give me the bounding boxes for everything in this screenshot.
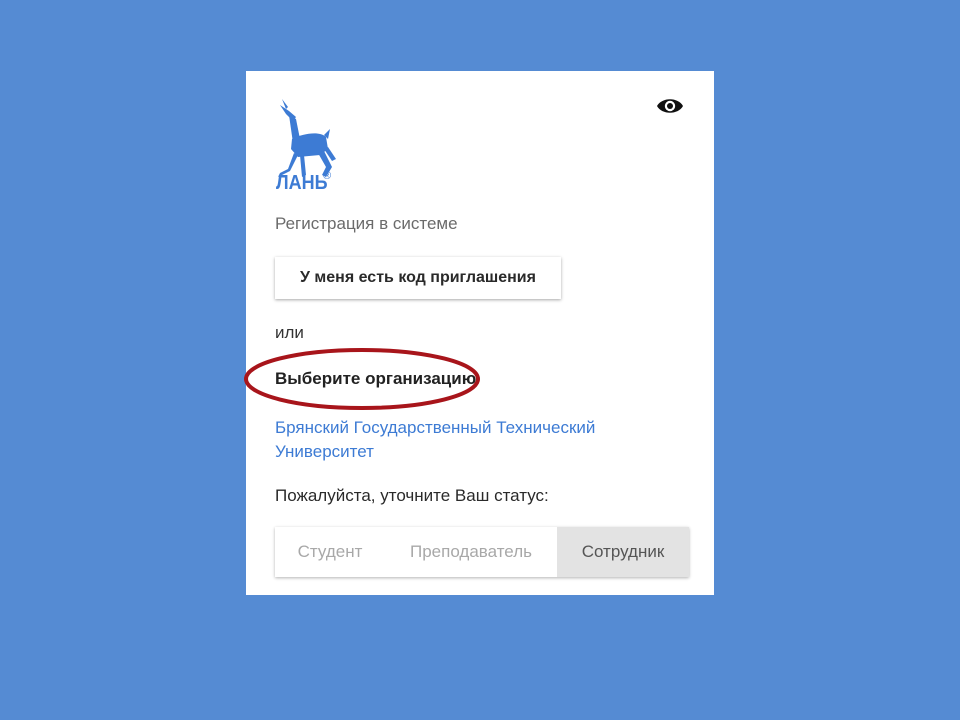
registered-mark: ® <box>323 170 332 182</box>
organization-link[interactable]: Брянский Государственный Технический Уни… <box>275 416 655 464</box>
or-divider-label: или <box>275 323 304 342</box>
page-subtitle: Регистрация в системе <box>275 214 458 233</box>
registration-card: ЛАНЬ ® Регистрация в системе У меня есть… <box>244 71 714 595</box>
status-prompt-label: Пожалуйста, уточните Ваш статус: <box>275 486 549 505</box>
status-selector: Студент Преподаватель Сотрудник <box>275 527 689 577</box>
visibility-toggle-button[interactable] <box>656 95 684 117</box>
invite-code-button[interactable]: У меня есть код приглашения <box>275 257 561 299</box>
logo-wordmark: ЛАНЬ <box>276 172 328 194</box>
eye-icon <box>657 99 683 113</box>
status-option-teacher[interactable]: Преподаватель <box>385 527 557 577</box>
status-option-student[interactable]: Студент <box>275 527 385 577</box>
choose-organization-heading: Выберите организацию <box>275 369 477 388</box>
status-option-employee[interactable]: Сотрудник <box>557 527 689 577</box>
